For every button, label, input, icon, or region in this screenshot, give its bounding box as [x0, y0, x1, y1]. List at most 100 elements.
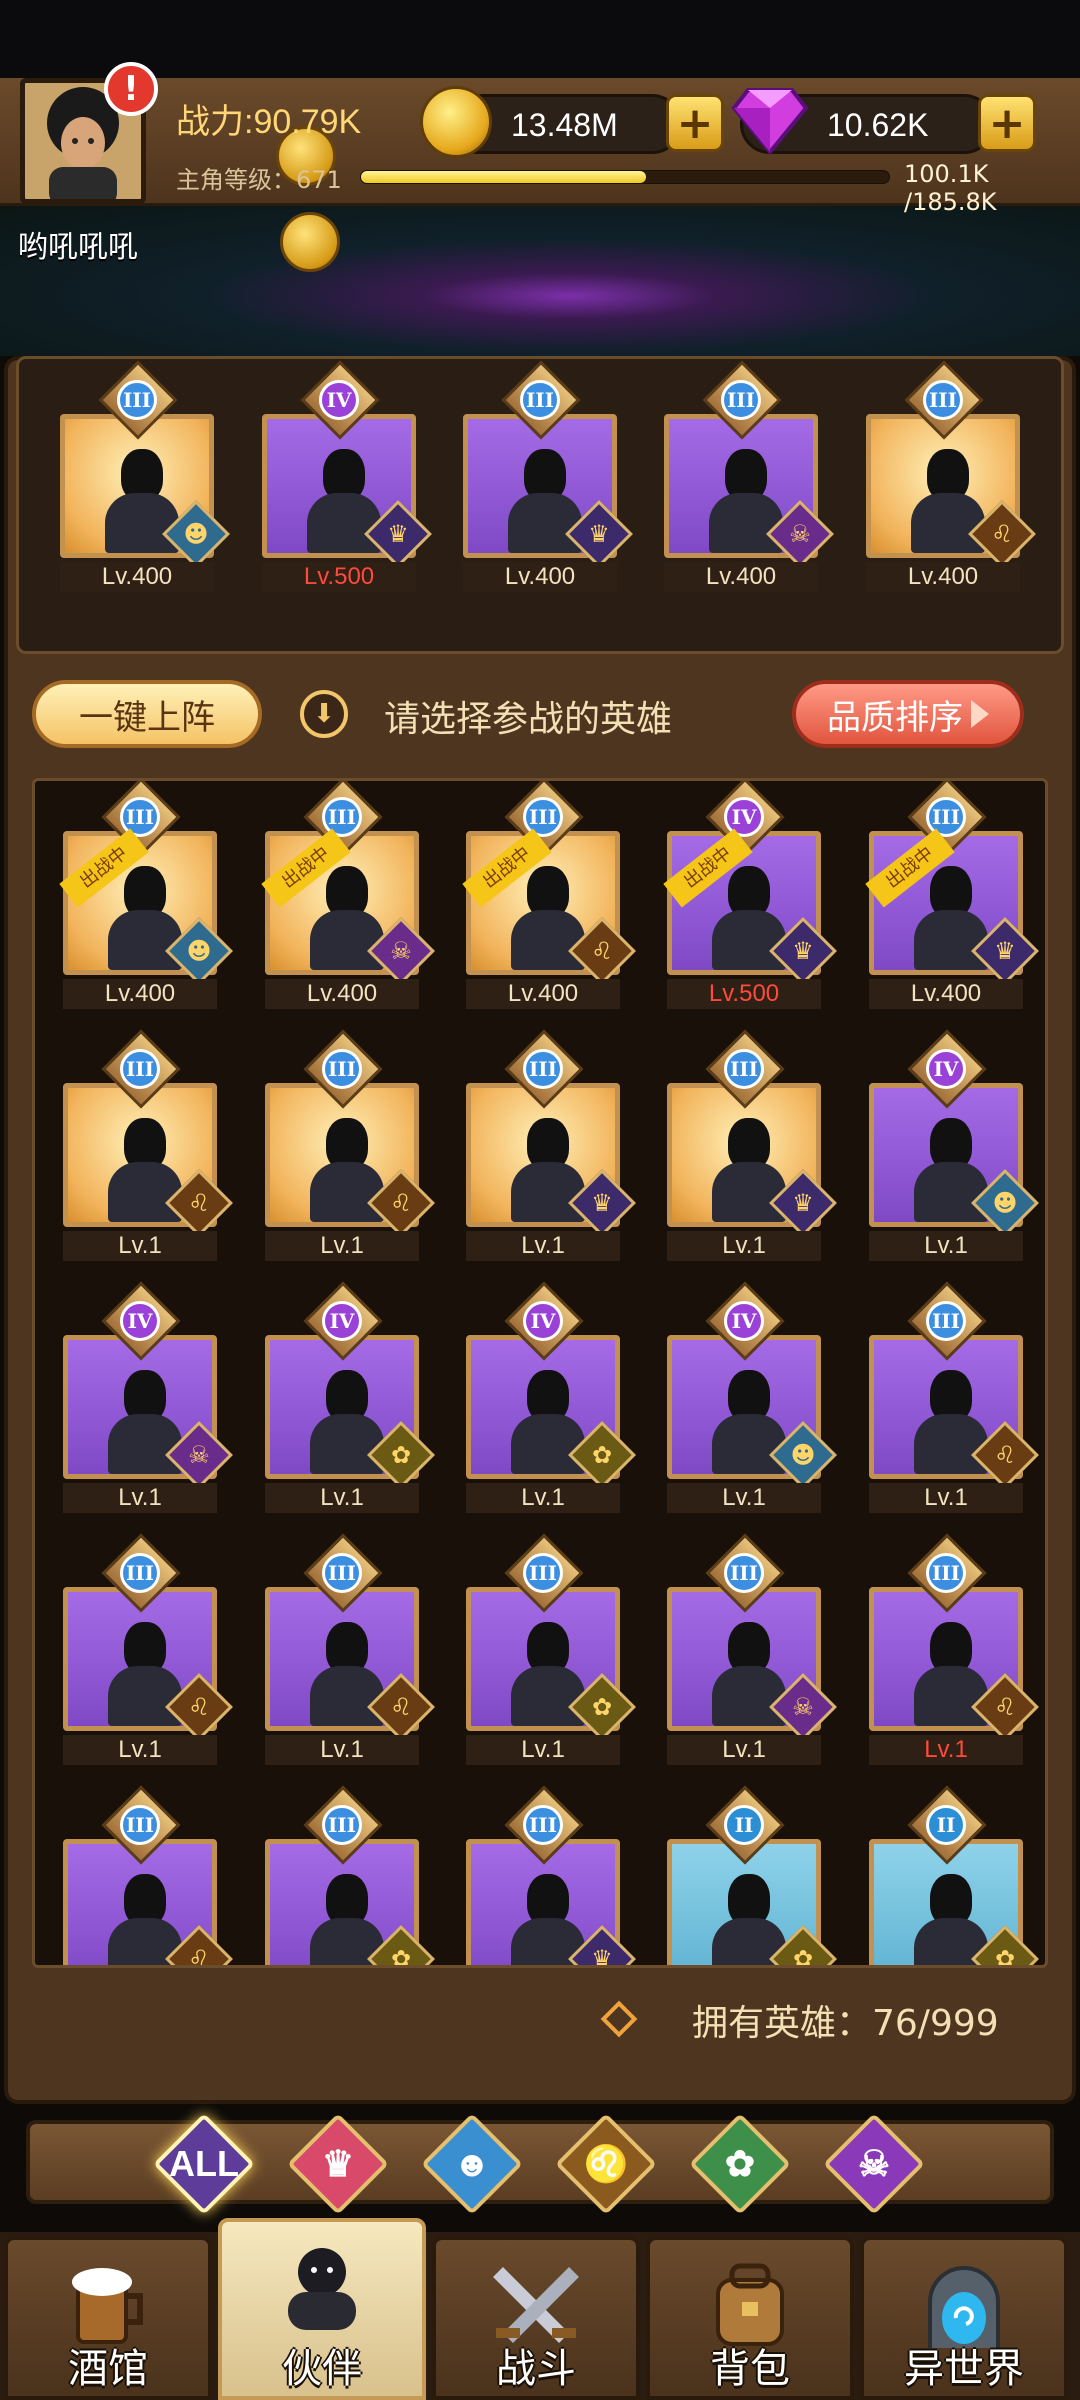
hero-card[interactable]: III ♛ Lv.400	[463, 360, 633, 592]
faction-glyph-icon: ♛	[588, 520, 610, 548]
hero-card[interactable]: II ✿	[869, 1785, 1039, 1965]
rank-badge: II	[926, 1805, 966, 1845]
hero-card[interactable]: III ♛ Lv.1	[667, 1029, 837, 1261]
hero-level: Lv.400	[866, 562, 1020, 592]
hero-level: Lv.1	[667, 1483, 821, 1513]
hero-card[interactable]: III ♌	[63, 1785, 233, 1965]
filter-crown-button[interactable]: ♛	[287, 2113, 389, 2215]
hero-card[interactable]: III ♌ Lv.400	[866, 360, 1036, 592]
faction-glyph-icon: ♛	[387, 520, 409, 548]
nav-tab-battle[interactable]: 战斗	[432, 2236, 640, 2400]
player-level: 主角等级：671	[176, 166, 342, 194]
faction-glyph-icon: ♌	[390, 1693, 412, 1721]
rank-badge: III	[724, 1553, 764, 1593]
hero-card[interactable]: III ☠ Lv.400 出战中	[261, 781, 435, 1009]
hero-card[interactable]: III ✿ Lv.1	[466, 1533, 636, 1765]
hero-level: Lv.1	[466, 1735, 620, 1765]
filter-all-button[interactable]: ALL	[153, 2113, 255, 2215]
hero-card[interactable]: III ♌ Lv.1	[63, 1029, 233, 1261]
hero-card[interactable]: III ♌ Lv.1	[265, 1029, 435, 1261]
rank-badge: III	[322, 1805, 362, 1845]
hero-level: Lv.1	[869, 1735, 1023, 1765]
hero-card[interactable]: III ♌ Lv.1	[63, 1533, 233, 1765]
add-gold-button[interactable]: +	[666, 94, 724, 152]
faction-glyph-icon: ♌	[188, 1189, 210, 1217]
hero-level: Lv.1	[466, 1231, 620, 1261]
rank-badge: IV	[724, 1301, 764, 1341]
hero-level: Lv.1	[265, 1483, 419, 1513]
faction-glyph-icon: ♌	[188, 1693, 210, 1721]
hero-level: Lv.1	[63, 1735, 217, 1765]
hero-level: Lv.500	[262, 562, 416, 592]
hero-level: Lv.1	[869, 1483, 1023, 1513]
faction-glyph-icon: ✿	[591, 1693, 613, 1721]
faction-crown-icon: ♛	[321, 2143, 355, 2184]
hero-card[interactable]: IV ☻ Lv.1	[667, 1281, 837, 1513]
faction-glyph-icon: ☠	[188, 1441, 210, 1469]
faction-glyph-icon: ☻	[186, 937, 212, 965]
hero-card[interactable]: III ♌ Lv.1	[869, 1533, 1039, 1765]
hero-card[interactable]: IV ♛ Lv.500 出战中	[663, 781, 837, 1009]
faction-demon-icon: ☠	[857, 2143, 891, 2184]
partners-icon	[274, 2244, 370, 2330]
quality-sort-button[interactable]: 品质排序	[792, 680, 1024, 748]
rank-badge: IV	[319, 380, 359, 420]
alert-badge[interactable]: !	[104, 62, 158, 116]
nav-tab-other-world[interactable]: 异世界	[860, 2236, 1068, 2400]
hero-card[interactable]: III ☻ Lv.400 出战中	[59, 781, 233, 1009]
hero-level: Lv.400	[869, 979, 1023, 1009]
hero-level: Lv.400	[664, 562, 818, 592]
hero-card[interactable]: IV ♛ Lv.500	[262, 360, 432, 592]
nav-tab-tavern[interactable]: 酒馆	[4, 2236, 212, 2400]
faction-glyph-icon: ♛	[591, 1945, 613, 1968]
hero-grid[interactable]: III ☻ Lv.400 出战中 III ☠ Lv.400 出战中 III ♌ …	[32, 778, 1048, 1968]
status-strip	[0, 0, 1080, 78]
nav-tab-partners[interactable]: 伙伴	[218, 2218, 426, 2400]
one-click-deploy-button[interactable]: 一键上阵	[32, 680, 262, 748]
faction-elf-icon: ✿	[724, 2143, 756, 2184]
hero-level: Lv.1	[63, 1483, 217, 1513]
rank-badge: IV	[322, 1301, 362, 1341]
faction-glyph-icon: ♌	[994, 1441, 1016, 1469]
filter-elf-button[interactable]: ✿	[689, 2113, 791, 2215]
hero-card[interactable]: II ✿	[667, 1785, 837, 1965]
filter-goblin-button[interactable]: ☻	[421, 2113, 523, 2215]
rank-badge: III	[926, 1301, 966, 1341]
hero-card[interactable]: III ♌ Lv.1	[265, 1533, 435, 1765]
rank-badge: III	[322, 1049, 362, 1089]
hero-card[interactable]: IV ☠ Lv.1	[63, 1281, 233, 1513]
faction-glyph-icon: ♛	[591, 1189, 613, 1217]
hero-card[interactable]: IV ✿ Lv.1	[265, 1281, 435, 1513]
hero-card[interactable]: IV ✿ Lv.1	[466, 1281, 636, 1513]
faction-glyph-icon: ☻	[790, 1441, 816, 1469]
hero-card[interactable]: III ☠ Lv.400	[664, 360, 834, 592]
hero-card[interactable]: III ♛ Lv.1	[466, 1029, 636, 1261]
rank-badge: III	[523, 1553, 563, 1593]
rank-badge: III	[724, 1049, 764, 1089]
hero-card[interactable]: IV ☻ Lv.1	[869, 1029, 1039, 1261]
hero-level: Lv.1	[667, 1231, 821, 1261]
filter-lion-button[interactable]: ♌	[555, 2113, 657, 2215]
hero-card[interactable]: III ✿	[265, 1785, 435, 1965]
faction-glyph-icon: ✿	[792, 1945, 814, 1968]
rank-badge: III	[923, 380, 963, 420]
hero-card[interactable]: III ♛ Lv.400 出战中	[865, 781, 1039, 1009]
faction-glyph-icon: ♌	[991, 520, 1013, 548]
rank-badge: III	[520, 380, 560, 420]
hero-level: Lv.400	[60, 562, 214, 592]
hero-card[interactable]: III ☻ Lv.400	[60, 360, 230, 592]
faction-glyph-icon: ♌	[994, 1693, 1016, 1721]
play-arrow-icon	[971, 700, 989, 728]
faction-goblin-icon: ☻	[453, 2143, 491, 2184]
rank-badge: III	[926, 1553, 966, 1593]
hero-card[interactable]: III ♌ Lv.1	[869, 1281, 1039, 1513]
rank-badge: III	[721, 380, 761, 420]
filter-demon-button[interactable]: ☠	[823, 2113, 925, 2215]
add-gem-button[interactable]: +	[978, 94, 1036, 152]
hero-card[interactable]: III ☠ Lv.1	[667, 1533, 837, 1765]
hero-card[interactable]: III ♌ Lv.400 出战中	[462, 781, 636, 1009]
rank-badge: II	[724, 1805, 764, 1845]
hero-card[interactable]: III ♛	[466, 1785, 636, 1965]
hero-level: Lv.400	[63, 979, 217, 1009]
nav-tab-backpack[interactable]: 背包	[646, 2236, 854, 2400]
